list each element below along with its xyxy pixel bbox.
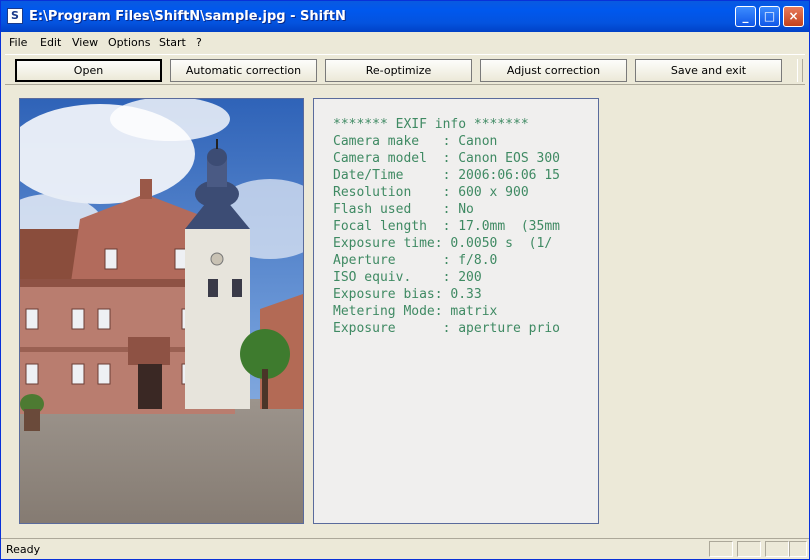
menu-start[interactable]: Start <box>159 36 186 49</box>
open-button[interactable]: Open <box>15 59 162 82</box>
exif-info-panel: ******* EXIF info ******* Camera make : … <box>313 98 599 524</box>
maximize-button[interactable]: □ <box>759 6 780 27</box>
menu-file[interactable]: File <box>9 36 27 49</box>
menu-view[interactable]: View <box>72 36 98 49</box>
menu-edit[interactable]: Edit <box>40 36 61 49</box>
close-button[interactable]: × <box>783 6 804 27</box>
exif-row: Date/Time : 2006:06:06 15 <box>333 168 560 183</box>
status-pane <box>765 541 789 557</box>
exif-row: Focal length : 17.0mm (35mm <box>333 219 560 234</box>
app-window: S E:\Program Files\ShiftN\sample.jpg - S… <box>0 0 810 560</box>
exif-row: Aperture : f/8.0 <box>333 253 498 268</box>
exif-row: Exposure time: 0.0050 s (1/ <box>333 236 553 251</box>
exif-row: Exposure bias: 0.33 <box>333 287 482 302</box>
menu-options[interactable]: Options <box>108 36 150 49</box>
menu-help[interactable]: ? <box>196 36 202 49</box>
exif-row: Resolution : 600 x 900 <box>333 185 529 200</box>
menu-bar: File Edit View Options Start ? <box>1 32 809 52</box>
exif-row: Flash used : No <box>333 202 474 217</box>
adjust-correction-button[interactable]: Adjust correction <box>480 59 627 82</box>
photo-town-hall <box>20 99 303 523</box>
exif-row: Camera model : Canon EOS 300 <box>333 151 560 166</box>
resize-grip[interactable] <box>789 541 807 557</box>
image-preview <box>19 98 304 524</box>
save-and-exit-button[interactable]: Save and exit <box>635 59 782 82</box>
status-pane <box>737 541 761 557</box>
toolbar-grip[interactable] <box>797 59 803 82</box>
status-pane <box>709 541 733 557</box>
re-optimize-button[interactable]: Re-optimize <box>325 59 472 82</box>
status-text: Ready <box>6 543 41 556</box>
window-title: E:\Program Files\ShiftN\sample.jpg - Shi… <box>29 9 346 24</box>
exif-row: Camera make : Canon <box>333 134 498 149</box>
exif-row: Metering Mode: matrix <box>333 304 498 319</box>
toolbar: Open Automatic correction Re-optimize Ad… <box>5 54 805 85</box>
exif-row: ISO equiv. : 200 <box>333 270 482 285</box>
title-bar[interactable]: S E:\Program Files\ShiftN\sample.jpg - S… <box>1 1 809 32</box>
exif-heading: ******* EXIF info ******* <box>333 117 529 132</box>
status-bar: Ready <box>1 538 809 560</box>
minimize-button[interactable]: _ <box>735 6 756 27</box>
automatic-correction-button[interactable]: Automatic correction <box>170 59 317 82</box>
exif-row: Exposure : aperture prio <box>333 321 560 336</box>
app-icon[interactable]: S <box>7 8 23 24</box>
